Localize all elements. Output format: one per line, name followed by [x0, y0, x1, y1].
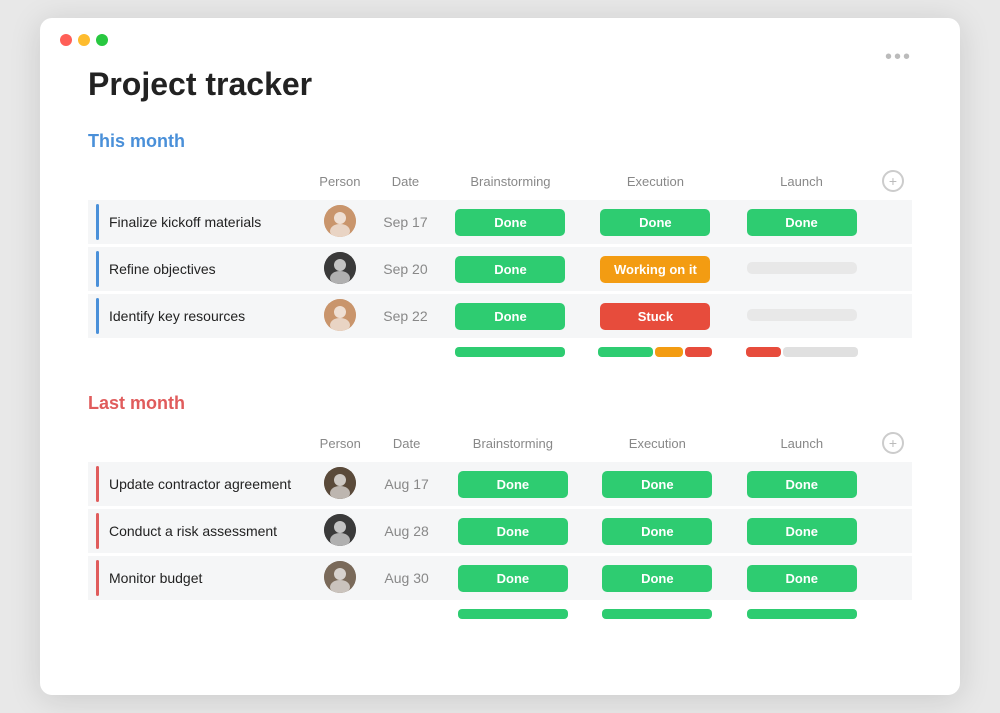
status-badge-brainstorming[interactable]: Done [458, 518, 568, 545]
section-last-month: Last month PersonDateBrainstormingExecuti… [88, 393, 912, 619]
add-row-button[interactable]: + [882, 432, 904, 454]
avatar [324, 467, 356, 499]
status-badge-brainstorming[interactable]: Done [455, 303, 565, 330]
content-area: Project tracker ••• This monthPersonDate… [40, 46, 960, 619]
summary-bar-execution [590, 347, 721, 357]
table-row: Finalize kickoff materials Sep 17 Done Don… [88, 200, 912, 246]
avatar [324, 514, 356, 546]
task-bar [96, 251, 99, 287]
main-window: Project tracker ••• This monthPersonDate… [40, 18, 960, 695]
sections-container: This monthPersonDateBrainstormingExecuti… [88, 131, 912, 619]
titlebar [40, 18, 960, 46]
status-badge-brainstorming[interactable]: Done [455, 209, 565, 236]
table-row: Monitor budget Aug 30 Done Done Done [88, 555, 912, 602]
avatar [324, 561, 356, 593]
col-header-person: Person [308, 166, 372, 200]
summary-row [88, 602, 912, 620]
section-this-month: This month PersonDateBrainstormingExecuti… [88, 131, 912, 357]
task-name: Conduct a risk assessment [109, 523, 277, 539]
add-row-button[interactable]: + [882, 170, 904, 192]
status-badge-execution[interactable]: Done [602, 471, 712, 498]
avatar [324, 205, 356, 237]
summary-bar-execution [593, 609, 721, 619]
task-date: Aug 28 [373, 508, 441, 555]
status-badge-launch[interactable]: Done [747, 471, 857, 498]
summary-bar-brainstorming [447, 347, 574, 357]
page-title: Project tracker [88, 66, 912, 103]
status-badge-execution[interactable]: Done [602, 518, 712, 545]
task-date: Sep 20 [372, 246, 439, 293]
table-last-month: PersonDateBrainstormingExecutionLaunch + U… [88, 428, 912, 619]
task-name: Finalize kickoff materials [109, 214, 261, 230]
task-bar [96, 204, 99, 240]
close-dot[interactable] [60, 34, 72, 46]
status-badge-execution[interactable]: Done [602, 565, 712, 592]
task-date: Aug 30 [373, 555, 441, 602]
col-header-execution: Execution [582, 166, 729, 200]
table-row: Update contractor agreement Aug 17 Done Do… [88, 462, 912, 508]
status-badge-launch[interactable]: Done [747, 518, 857, 545]
col-header-launch: Launch [729, 166, 874, 200]
task-date: Sep 17 [372, 200, 439, 246]
task-name: Monitor budget [109, 570, 202, 586]
col-header-execution: Execution [585, 428, 729, 462]
minimize-dot[interactable] [78, 34, 90, 46]
status-badge-brainstorming[interactable]: Done [458, 565, 568, 592]
status-badge-execution[interactable]: Stuck [600, 303, 710, 330]
task-name: Refine objectives [109, 261, 216, 277]
col-header-person: Person [308, 428, 373, 462]
status-badge-launch[interactable]: Done [747, 209, 857, 236]
status-badge-launch-empty[interactable] [747, 309, 857, 321]
maximize-dot[interactable] [96, 34, 108, 46]
section-title-this-month: This month [88, 131, 912, 152]
status-badge-execution[interactable]: Working on it [600, 256, 710, 283]
task-date: Aug 17 [373, 462, 441, 508]
avatar [324, 299, 356, 331]
status-badge-brainstorming[interactable]: Done [458, 471, 568, 498]
section-title-last-month: Last month [88, 393, 912, 414]
col-header-date: Date [372, 166, 439, 200]
col-header-date: Date [373, 428, 441, 462]
task-name: Update contractor agreement [109, 476, 291, 492]
task-bar [96, 513, 99, 549]
task-name: Identify key resources [109, 308, 245, 324]
status-badge-brainstorming[interactable]: Done [455, 256, 565, 283]
summary-row [88, 340, 912, 358]
summary-bar-brainstorming [449, 609, 577, 619]
col-header-launch: Launch [730, 428, 874, 462]
col-header-brainstorming: Brainstorming [441, 428, 585, 462]
status-badge-execution[interactable]: Done [600, 209, 710, 236]
table-row: Identify key resources Sep 22 Done Stuck [88, 293, 912, 340]
status-badge-launch[interactable]: Done [747, 565, 857, 592]
col-header-brainstorming: Brainstorming [439, 166, 582, 200]
table-row: Conduct a risk assessment Aug 28 Done Done… [88, 508, 912, 555]
task-date: Sep 22 [372, 293, 439, 340]
table-row: Refine objectives Sep 20 Done Working on i… [88, 246, 912, 293]
more-options-button[interactable]: ••• [885, 46, 912, 69]
summary-bar-launch [738, 609, 866, 619]
task-bar [96, 298, 99, 334]
summary-bar-launch [737, 347, 866, 357]
avatar [324, 252, 356, 284]
table-this-month: PersonDateBrainstormingExecutionLaunch + F… [88, 166, 912, 357]
status-badge-launch-empty[interactable] [747, 262, 857, 274]
task-bar [96, 466, 99, 502]
task-bar [96, 560, 99, 596]
